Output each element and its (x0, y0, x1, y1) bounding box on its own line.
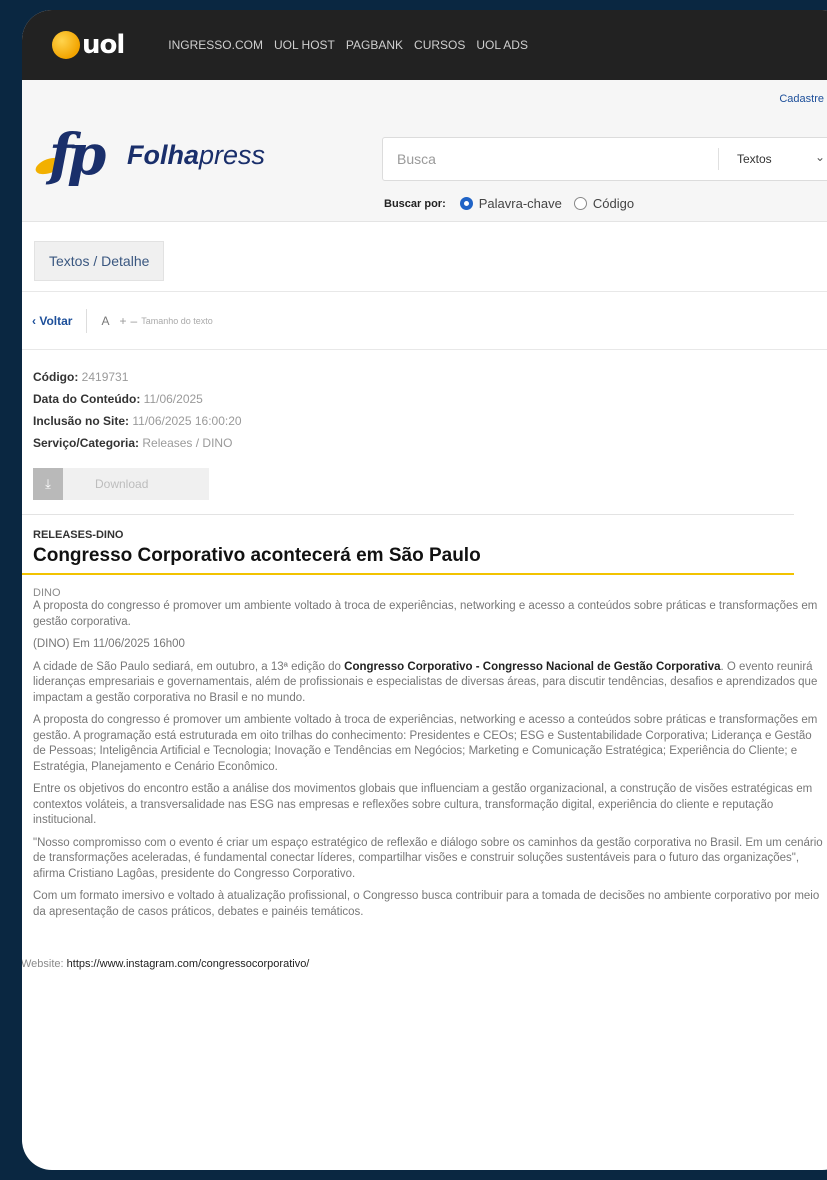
article-lead: A proposta do congresso é promover um am… (33, 600, 818, 628)
radio-keyword-label[interactable]: Palavra-chave (479, 196, 562, 211)
font-size-label: Tamanho do texto (141, 315, 213, 326)
uol-logo[interactable]: uol (52, 30, 125, 60)
article-source: DINO (33, 587, 61, 599)
article-kicker: RELEASES-DINO (33, 529, 124, 541)
topnav-uolads[interactable]: UOL ADS (476, 38, 528, 52)
search-divider (718, 148, 719, 170)
search-by-label: Buscar por: (384, 197, 446, 210)
article-headline: Congresso Corporativo acontecerá em São … (33, 545, 481, 566)
article-meta: Código: 2419731 Data do Conteúdo: 11/06/… (22, 350, 827, 515)
article-paragraph-3: Entre os objetivos do encontro estão a a… (33, 783, 813, 826)
search-input[interactable] (383, 138, 713, 180)
search-by-options: Buscar por: Palavra-chave Código (384, 196, 646, 211)
fp-letters: fp (49, 122, 106, 188)
search-type-select[interactable]: Textos (737, 152, 772, 166)
uol-ball-icon (52, 31, 80, 59)
topnav-cursos[interactable]: CURSOS (414, 38, 465, 52)
folhapress-name: Folhapress (127, 139, 266, 170)
article-paragraph-1: A cidade de São Paulo sediará, em outubr… (33, 660, 818, 704)
folhapress-header: Cadastre fp Folhapress Textos ⌄ Buscar p… (22, 80, 827, 222)
download-arrow-icon: ⤓ (33, 468, 63, 500)
meta-category: Serviço/Categoria: Releases / DINO (33, 436, 233, 450)
meta-date: Data do Conteúdo: 11/06/2025 (33, 392, 203, 406)
font-decrease-button[interactable]: – (131, 314, 138, 328)
breadcrumb[interactable]: Textos / Detalhe (34, 241, 165, 281)
back-link[interactable]: ‹ Voltar (32, 314, 72, 328)
topnav-pagbank[interactable]: PAGBANK (346, 38, 403, 52)
toolbar-divider (86, 308, 88, 333)
signup-link[interactable]: Cadastre (779, 93, 824, 105)
headline-rule (22, 573, 794, 575)
uol-topbar: uol INGRESSO.COM UOL HOST PAGBANK CURSOS… (22, 10, 827, 80)
topnav-uolhost[interactable]: UOL HOST (274, 38, 335, 52)
article-website: Website: https://www.instagram.com/congr… (22, 958, 310, 970)
meta-code: Código: 2419731 (33, 370, 129, 384)
breadcrumb-bar: Textos / Detalhe (22, 222, 827, 292)
topnav-ingresso[interactable]: INGRESSO.COM (168, 38, 263, 52)
radio-code[interactable] (573, 197, 587, 210)
fp-mark-icon: fp (33, 122, 117, 188)
website-link[interactable]: https://www.instagram.com/congressocorpo… (67, 958, 310, 970)
search-box: Textos ⌄ (382, 137, 827, 181)
font-increase-button[interactable]: + (119, 314, 126, 328)
chevron-down-icon[interactable]: ⌄ (815, 150, 825, 164)
download-label: Download (95, 477, 149, 491)
topnav: INGRESSO.COM UOL HOST PAGBANK CURSOS UOL… (168, 38, 528, 52)
radio-keyword[interactable] (459, 197, 473, 210)
article-dateline: (DINO) Em 11/06/2025 16h00 (33, 638, 185, 650)
article-paragraph-5: Com um formato imersivo e voltado à atua… (33, 890, 820, 918)
article-paragraph-2: A proposta do congresso é promover um am… (33, 714, 818, 773)
article-paragraph-4: "Nosso compromisso com o evento é criar … (33, 836, 823, 880)
meta-inclusion: Inclusão no Site: 11/06/2025 16:00:20 (33, 414, 242, 428)
folhapress-logo[interactable]: fp Folhapress (33, 122, 266, 188)
article-toolbar: ‹ Voltar A + – Tamanho do texto (22, 292, 827, 350)
browser-frame: uol INGRESSO.COM UOL HOST PAGBANK CURSOS… (22, 10, 827, 1170)
radio-code-label[interactable]: Código (593, 196, 634, 211)
uol-logo-text: uol (82, 30, 125, 60)
download-button[interactable]: ⤓ Download (33, 468, 209, 500)
article-body: RELEASES-DINO Congresso Corporativo acon… (22, 515, 823, 970)
font-size-icon: A (101, 313, 110, 328)
